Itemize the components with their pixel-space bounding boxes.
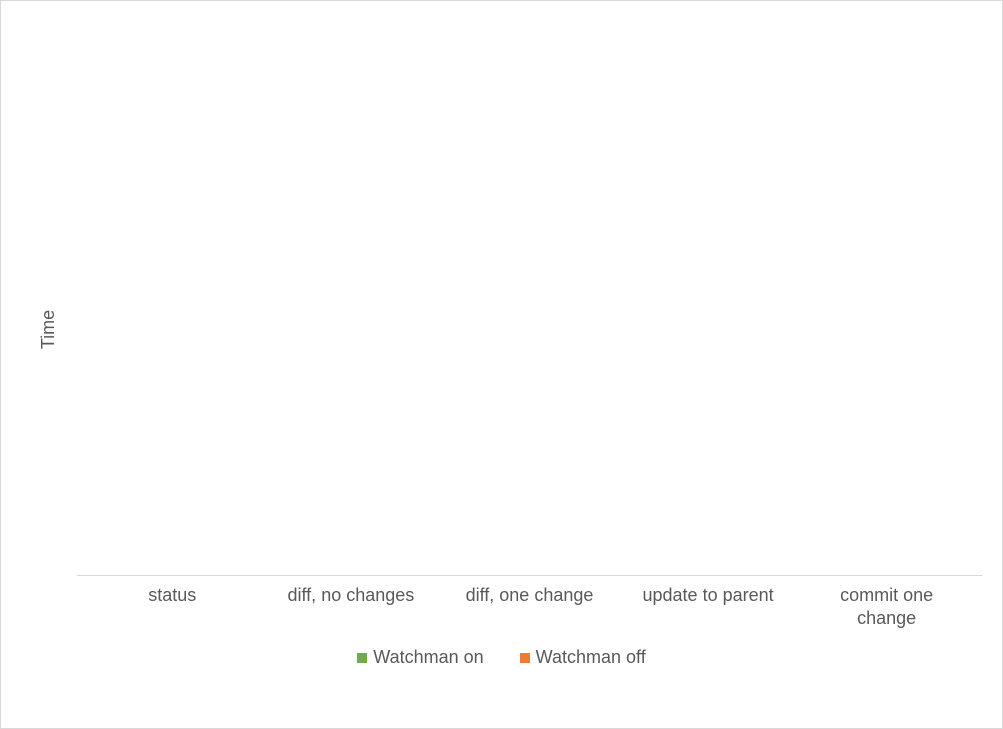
legend-swatch-icon (520, 653, 530, 663)
x-tick-label: commit onechange (797, 584, 976, 629)
x-tick-label: diff, no changes (262, 584, 441, 629)
x-tick-label: diff, one change (440, 584, 619, 629)
chart-body: Time statusdiff, no changesdiff, one cha… (21, 29, 982, 629)
legend: Watchman on Watchman off (21, 647, 982, 668)
legend-item: Watchman on (357, 647, 483, 668)
legend-label: Watchman on (373, 647, 483, 668)
legend-item: Watchman off (520, 647, 646, 668)
legend-swatch-icon (357, 653, 367, 663)
x-tick-label: update to parent (619, 584, 798, 629)
x-tick-label: status (83, 584, 262, 629)
plot-area (77, 29, 982, 576)
y-axis-label: Time (39, 309, 60, 348)
x-axis-labels: statusdiff, no changesdiff, one changeup… (77, 576, 982, 629)
y-axis: Time (21, 29, 77, 629)
chart-frame: Time statusdiff, no changesdiff, one cha… (0, 0, 1003, 729)
plot-column: statusdiff, no changesdiff, one changeup… (77, 29, 982, 629)
legend-label: Watchman off (536, 647, 646, 668)
